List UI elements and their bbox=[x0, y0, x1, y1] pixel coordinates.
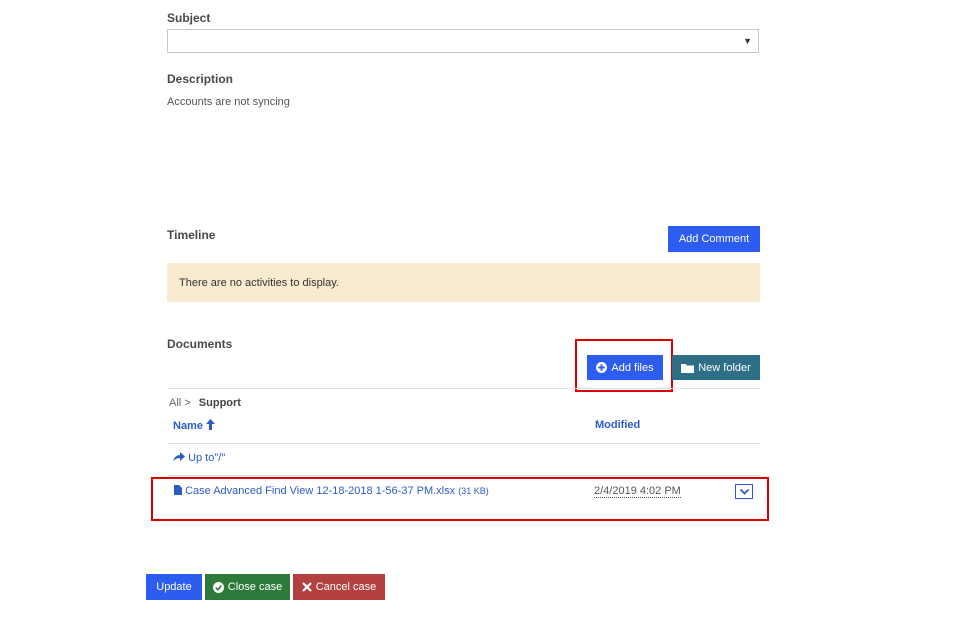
new-folder-button[interactable]: New folder bbox=[672, 355, 760, 380]
subject-select[interactable]: ▼ bbox=[167, 29, 759, 53]
new-folder-label: New folder bbox=[698, 361, 751, 374]
breadcrumb-separator: > bbox=[184, 397, 191, 409]
file-row-highlight bbox=[151, 477, 769, 521]
level-up-icon bbox=[173, 452, 185, 461]
timeline-empty-notice: There are no activities to display. bbox=[167, 263, 760, 302]
update-label: Update bbox=[156, 581, 192, 593]
close-case-label: Close case bbox=[227, 581, 283, 593]
folder-icon bbox=[681, 363, 695, 373]
breadcrumb-current: Support bbox=[198, 397, 241, 409]
cancel-case-button[interactable]: Cancel case bbox=[293, 574, 385, 600]
subject-label: Subject bbox=[167, 11, 211, 25]
breadcrumb-root[interactable]: All bbox=[169, 397, 181, 409]
timeline-empty-message: There are no activities to display. bbox=[179, 276, 339, 289]
divider bbox=[167, 443, 760, 444]
description-label: Description bbox=[167, 72, 234, 86]
divider bbox=[167, 388, 760, 389]
column-name-label: Name bbox=[173, 420, 203, 432]
update-button[interactable]: Update bbox=[146, 574, 202, 600]
up-to-root-label: Up to"/" bbox=[188, 452, 226, 464]
check-circle-icon bbox=[212, 581, 224, 593]
chevron-down-icon: ▼ bbox=[743, 36, 752, 46]
add-comment-button[interactable]: Add Comment bbox=[668, 226, 760, 252]
cancel-case-label: Cancel case bbox=[315, 581, 377, 593]
close-case-button[interactable]: Close case bbox=[205, 574, 290, 600]
timeline-label: Timeline bbox=[167, 228, 216, 242]
divider bbox=[167, 475, 760, 476]
breadcrumb: All > Support bbox=[169, 397, 241, 409]
documents-label: Documents bbox=[167, 337, 233, 351]
column-header-modified[interactable]: Modified bbox=[595, 419, 640, 431]
close-icon bbox=[301, 582, 312, 592]
up-to-root-link[interactable]: Up to"/" bbox=[173, 452, 225, 464]
add-files-highlight bbox=[575, 339, 673, 392]
column-header-name[interactable]: Name bbox=[173, 419, 216, 432]
description-text: Accounts are not syncing bbox=[167, 96, 290, 108]
arrow-up-icon bbox=[206, 419, 216, 430]
add-comment-label: Add Comment bbox=[678, 233, 750, 245]
